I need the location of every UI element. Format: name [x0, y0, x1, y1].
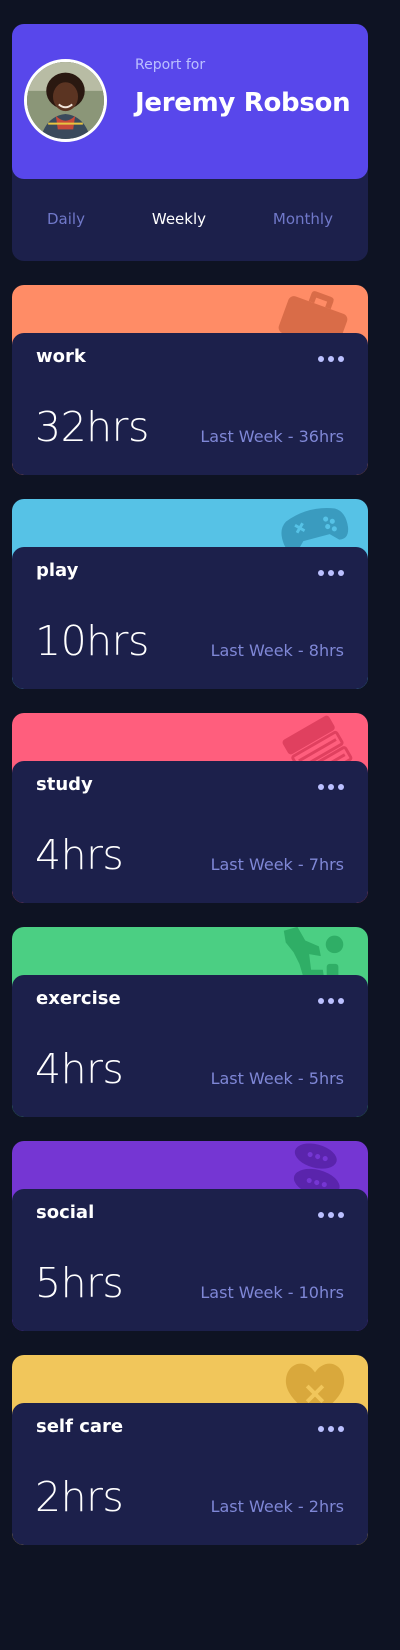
tab-daily[interactable]: Daily: [47, 210, 85, 228]
more-options-icon[interactable]: [318, 353, 344, 365]
more-options-icon[interactable]: [318, 995, 344, 1007]
more-options-icon[interactable]: [318, 567, 344, 579]
activity-title: play: [36, 560, 79, 581]
activity-card-work: work 32hrs Last Week - 36hrs: [12, 285, 368, 475]
tab-monthly[interactable]: Monthly: [273, 210, 333, 228]
profile-header: Report for Jeremy Robson: [12, 24, 368, 179]
previous-hours: Last Week - 8hrs: [210, 641, 344, 660]
timeframe-tabs: Daily Weekly Monthly: [12, 210, 368, 228]
report-for-label: Report for: [135, 57, 206, 73]
avatar: [24, 59, 107, 142]
activity-title: self care: [36, 1416, 124, 1437]
activity-title: exercise: [36, 988, 121, 1009]
current-hours: 2hrs: [35, 1473, 124, 1521]
avatar-photo: [27, 62, 104, 139]
activity-title: study: [36, 774, 93, 795]
more-options-icon[interactable]: [318, 781, 344, 793]
previous-hours: Last Week - 2hrs: [210, 1497, 344, 1516]
current-hours: 5hrs: [35, 1259, 124, 1307]
current-hours: 10hrs: [35, 617, 149, 665]
tracking-dashboard: Report for Jeremy Robson Daily Weekly Mo…: [0, 0, 380, 1650]
previous-hours: Last Week - 7hrs: [210, 855, 344, 874]
user-name: Jeremy Robson: [135, 88, 351, 118]
activity-card-self-care: self care 2hrs Last Week - 2hrs: [12, 1355, 368, 1545]
activity-card-study: study 4hrs Last Week - 7hrs: [12, 713, 368, 903]
previous-hours: Last Week - 10hrs: [200, 1283, 344, 1302]
more-options-icon[interactable]: [318, 1423, 344, 1435]
activity-body[interactable]: study 4hrs Last Week - 7hrs: [12, 761, 368, 903]
activity-body[interactable]: self care 2hrs Last Week - 2hrs: [12, 1403, 368, 1545]
profile-card: Report for Jeremy Robson Daily Weekly Mo…: [12, 24, 368, 261]
activity-title: work: [36, 346, 86, 367]
more-options-icon[interactable]: [318, 1209, 344, 1221]
previous-hours: Last Week - 36hrs: [200, 427, 344, 446]
current-hours: 32hrs: [35, 403, 149, 451]
previous-hours: Last Week - 5hrs: [210, 1069, 344, 1088]
activity-body[interactable]: work 32hrs Last Week - 36hrs: [12, 333, 368, 475]
activity-body[interactable]: social 5hrs Last Week - 10hrs: [12, 1189, 368, 1331]
current-hours: 4hrs: [35, 831, 124, 879]
current-hours: 4hrs: [35, 1045, 124, 1093]
activity-title: social: [36, 1202, 95, 1223]
activity-body[interactable]: play 10hrs Last Week - 8hrs: [12, 547, 368, 689]
activity-card-social: social 5hrs Last Week - 10hrs: [12, 1141, 368, 1331]
tab-weekly[interactable]: Weekly: [152, 210, 206, 228]
activity-body[interactable]: exercise 4hrs Last Week - 5hrs: [12, 975, 368, 1117]
activity-card-play: play 10hrs Last Week - 8hrs: [12, 499, 368, 689]
activity-card-exercise: exercise 4hrs Last Week - 5hrs: [12, 927, 368, 1117]
